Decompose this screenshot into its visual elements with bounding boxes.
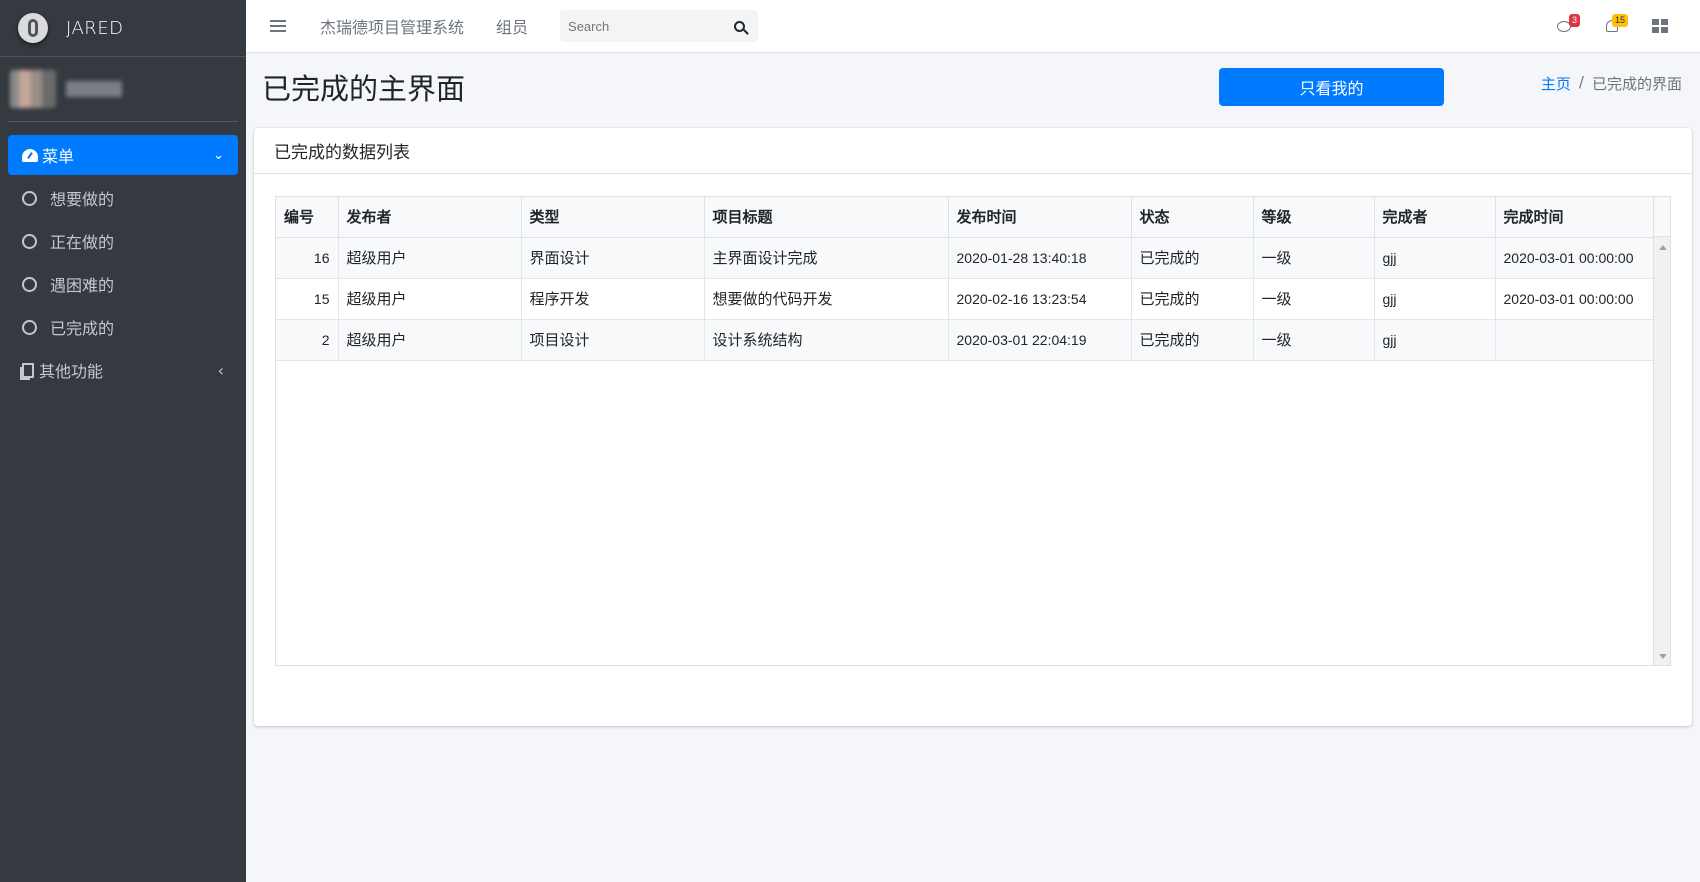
search-icon <box>733 20 745 32</box>
sidebar-item-completed[interactable]: 已完成的 <box>8 307 238 347</box>
cell-status: 已完成的 <box>1131 319 1254 361</box>
column-header[interactable]: 等级 <box>1253 197 1375 238</box>
top-navbar: 杰瑞德项目管理系统 组员 3 15 <box>246 0 1700 53</box>
copy-icon <box>22 362 34 378</box>
notifications-badge: 15 <box>1611 14 1628 27</box>
page-title: 已完成的主界面 <box>262 72 466 106</box>
completed-table: 编号 发布者 类型 项目标题 发布时间 状态 等级 完成者 完成时间 16 超级… <box>276 197 1654 361</box>
circle-icon <box>22 319 37 335</box>
search-input[interactable] <box>560 18 721 34</box>
table-row[interactable]: 16 超级用户 界面设计 主界面设计完成 2020-01-28 13:40:18… <box>276 237 1654 279</box>
cell-type: 界面设计 <box>521 237 705 279</box>
cell-status: 已完成的 <box>1131 278 1254 320</box>
cell-id: 16 <box>276 237 339 279</box>
circle-icon <box>22 190 37 206</box>
grid-icon <box>1652 19 1668 33</box>
sidebar-item-label: 遇困难的 <box>50 276 115 295</box>
column-header[interactable]: 项目标题 <box>704 197 949 238</box>
scroll-up-arrow-icon[interactable] <box>1659 245 1667 250</box>
cell-id: 15 <box>276 278 339 320</box>
cell-level: 一级 <box>1253 278 1375 320</box>
cell-id: 2 <box>276 319 339 361</box>
card-title: 已完成的数据列表 <box>254 128 1692 174</box>
breadcrumb-separator: / <box>1578 73 1584 91</box>
breadcrumb: 主页 / 已完成的界面 <box>1541 73 1682 94</box>
cell-title: 设计系统结构 <box>704 319 949 361</box>
sidebar-item-label: 正在做的 <box>50 233 115 252</box>
user-name-blurred[interactable] <box>66 81 122 97</box>
brand-logo-icon <box>18 13 48 43</box>
sidebar: JARED 菜单 ⌄ 想要做的 正在做的 遇困难的 已完成的 其他功能 ‹ <box>0 0 246 882</box>
column-header[interactable]: 发布时间 <box>948 197 1132 238</box>
cell-level: 一级 <box>1253 237 1375 279</box>
scroll-down-arrow-icon[interactable] <box>1659 654 1667 659</box>
sidebar-nav: 菜单 ⌄ 想要做的 正在做的 遇困难的 已完成的 其他功能 ‹ <box>0 135 246 390</box>
column-header[interactable]: 发布者 <box>338 197 522 238</box>
cell-type: 程序开发 <box>521 278 705 320</box>
column-header[interactable]: 类型 <box>521 197 705 238</box>
avatar[interactable] <box>10 70 56 108</box>
sidebar-item-label: 其他功能 <box>39 362 104 381</box>
cell-status: 已完成的 <box>1131 237 1254 279</box>
table-header-row: 编号 发布者 类型 项目标题 发布时间 状态 等级 完成者 完成时间 <box>276 197 1654 238</box>
cell-finish-time: 2020-03-01 00:00:00 <box>1495 237 1654 279</box>
cell-finish-time: 2020-03-01 00:00:00 <box>1495 278 1654 320</box>
chevron-left-icon: ‹ <box>217 360 224 380</box>
search-form <box>560 10 759 42</box>
only-mine-button[interactable]: 只看我的 <box>1219 68 1444 106</box>
brand[interactable]: JARED <box>0 0 246 57</box>
cell-publish-time: 2020-03-01 22:04:19 <box>948 319 1132 361</box>
completed-data-card: 已完成的数据列表 编号 发布者 类型 项目标题 发布时间 状态 等级 完成者 完… <box>254 128 1692 726</box>
nav-link-members[interactable]: 组员 <box>496 14 528 38</box>
sidebar-item-label: 想要做的 <box>50 190 115 209</box>
notifications-button[interactable]: 15 <box>1600 14 1628 38</box>
search-button[interactable] <box>720 10 758 42</box>
dashboard-icon <box>22 148 38 162</box>
cell-publish-time: 2020-01-28 13:40:18 <box>948 237 1132 279</box>
cell-title: 想要做的代码开发 <box>704 278 949 320</box>
cell-publisher: 超级用户 <box>338 237 522 279</box>
cell-finisher: gjj <box>1374 278 1496 320</box>
circle-icon <box>22 233 37 249</box>
cell-finisher: gjj <box>1374 319 1496 361</box>
cell-publish-time: 2020-02-16 13:23:54 <box>948 278 1132 320</box>
cell-level: 一级 <box>1253 319 1375 361</box>
table-container: 编号 发布者 类型 项目标题 发布时间 状态 等级 完成者 完成时间 16 超级… <box>275 196 1671 666</box>
breadcrumb-home[interactable]: 主页 <box>1541 73 1571 94</box>
page-scrollbar[interactable] <box>1694 53 1700 882</box>
column-header[interactable]: 完成者 <box>1374 197 1496 238</box>
sidebar-item-label: 已完成的 <box>50 319 115 338</box>
column-header[interactable]: 状态 <box>1131 197 1254 238</box>
cell-finisher: gjj <box>1374 237 1496 279</box>
column-header[interactable]: 编号 <box>276 197 339 238</box>
chevron-down-icon: ⌄ <box>213 147 224 163</box>
hamburger-menu-icon[interactable] <box>270 20 286 32</box>
table-row[interactable]: 15 超级用户 程序开发 想要做的代码开发 2020-02-16 13:23:5… <box>276 278 1654 320</box>
messages-badge: 3 <box>1568 14 1580 27</box>
sidebar-item-other[interactable]: 其他功能 ‹ <box>8 350 238 390</box>
breadcrumb-current: 已完成的界面 <box>1591 75 1682 93</box>
user-panel[interactable] <box>8 57 238 122</box>
sidebar-item-doing[interactable]: 正在做的 <box>8 221 238 261</box>
cell-type: 项目设计 <box>521 319 705 361</box>
apps-button[interactable] <box>1648 14 1672 38</box>
cell-publisher: 超级用户 <box>338 319 522 361</box>
cell-publisher: 超级用户 <box>338 278 522 320</box>
brand-name: JARED <box>66 17 124 39</box>
sidebar-item-label: 菜单 <box>42 147 75 166</box>
sidebar-item-blocked[interactable]: 遇困难的 <box>8 264 238 304</box>
sidebar-item-want-todo[interactable]: 想要做的 <box>8 178 238 218</box>
cell-finish-time <box>1495 319 1654 361</box>
navbar-right: 3 15 <box>1552 14 1672 38</box>
cell-title: 主界面设计完成 <box>704 237 949 279</box>
circle-icon <box>22 276 37 292</box>
messages-button[interactable]: 3 <box>1552 14 1580 38</box>
table-scrollbar[interactable] <box>1653 197 1670 665</box>
column-header[interactable]: 完成时间 <box>1495 197 1654 238</box>
table-row[interactable]: 2 超级用户 项目设计 设计系统结构 2020-03-01 22:04:19 已… <box>276 319 1654 361</box>
nav-link-system[interactable]: 杰瑞德项目管理系统 <box>320 14 464 38</box>
sidebar-item-menu[interactable]: 菜单 ⌄ <box>8 135 238 175</box>
